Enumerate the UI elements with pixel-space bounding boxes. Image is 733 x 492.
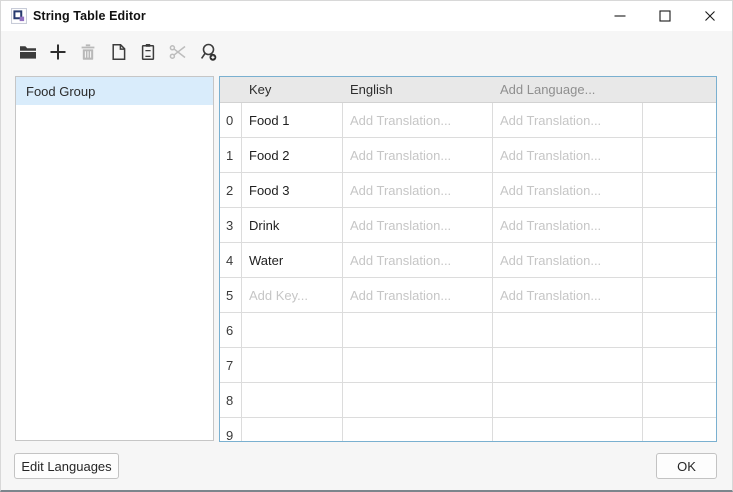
copy-icon xyxy=(108,42,128,65)
empty-cell xyxy=(643,243,716,278)
key-cell[interactable] xyxy=(242,348,343,383)
language-cell[interactable]: Add Translation... xyxy=(493,138,643,173)
empty-cell xyxy=(643,313,716,348)
magnifier-add-icon xyxy=(198,42,218,65)
english-cell[interactable]: Add Translation... xyxy=(343,243,493,278)
key-cell[interactable]: Water xyxy=(242,243,343,278)
close-button[interactable] xyxy=(687,1,732,31)
row-number[interactable]: 5 xyxy=(220,278,242,313)
copy-button[interactable] xyxy=(108,42,128,64)
empty-cell xyxy=(643,278,716,313)
language-cell[interactable]: Add Translation... xyxy=(493,208,643,243)
english-cell[interactable]: Add Translation... xyxy=(343,103,493,138)
minimize-icon xyxy=(614,10,626,22)
empty-cell xyxy=(643,383,716,418)
row-number[interactable]: 4 xyxy=(220,243,242,278)
language-cell[interactable] xyxy=(493,418,643,442)
header-english: English xyxy=(343,77,493,103)
language-cell[interactable] xyxy=(493,313,643,348)
header-key: Key xyxy=(242,77,343,103)
string-table-editor-window: String Table Editor xyxy=(0,0,733,492)
english-cell[interactable] xyxy=(343,383,493,418)
cut-button xyxy=(168,42,188,64)
language-cell[interactable] xyxy=(493,383,643,418)
app-logo-icon xyxy=(11,8,27,24)
empty-cell xyxy=(643,103,716,138)
key-cell[interactable]: Add Key... xyxy=(242,278,343,313)
english-cell[interactable] xyxy=(343,418,493,442)
english-cell[interactable] xyxy=(343,313,493,348)
row-number[interactable]: 0 xyxy=(220,103,242,138)
english-cell[interactable] xyxy=(343,348,493,383)
open-folder-icon xyxy=(18,42,38,65)
row-number[interactable]: 8 xyxy=(220,383,242,418)
key-cell[interactable]: Food 1 xyxy=(242,103,343,138)
empty-cell xyxy=(643,348,716,383)
find-add-button[interactable] xyxy=(198,42,218,64)
sidebar-item-food-group[interactable]: Food Group xyxy=(16,77,213,105)
paste-clipboard-icon xyxy=(138,42,158,65)
language-cell[interactable]: Add Translation... xyxy=(493,278,643,313)
toolbar xyxy=(18,42,218,64)
key-cell[interactable]: Drink xyxy=(242,208,343,243)
empty-cell xyxy=(643,418,716,442)
titlebar: String Table Editor xyxy=(1,1,732,31)
language-cell[interactable] xyxy=(493,348,643,383)
header-row-number xyxy=(220,77,242,103)
window-title: String Table Editor xyxy=(33,1,146,31)
header-extra xyxy=(643,77,716,103)
maximize-button[interactable] xyxy=(642,1,687,31)
key-cell[interactable] xyxy=(242,383,343,418)
minimize-button[interactable] xyxy=(597,1,642,31)
row-number[interactable]: 3 xyxy=(220,208,242,243)
ok-button[interactable]: OK xyxy=(656,453,717,479)
plus-icon xyxy=(48,42,68,65)
row-number[interactable]: 7 xyxy=(220,348,242,383)
english-cell[interactable]: Add Translation... xyxy=(343,278,493,313)
scissors-icon xyxy=(168,42,188,65)
row-number[interactable]: 6 xyxy=(220,313,242,348)
language-cell[interactable]: Add Translation... xyxy=(493,173,643,208)
empty-cell xyxy=(643,173,716,208)
language-cell[interactable]: Add Translation... xyxy=(493,243,643,278)
key-cell[interactable]: Food 2 xyxy=(242,138,343,173)
key-cell[interactable]: Food 3 xyxy=(242,173,343,208)
empty-cell xyxy=(643,138,716,173)
edit-languages-button[interactable]: Edit Languages xyxy=(14,453,119,479)
open-folder-button[interactable] xyxy=(18,42,38,64)
empty-cell xyxy=(643,208,716,243)
string-table-list: Food Group xyxy=(15,76,214,441)
string-table: Key English Add Language... 0 Food 1 Add… xyxy=(219,76,717,442)
english-cell[interactable]: Add Translation... xyxy=(343,208,493,243)
add-button[interactable] xyxy=(48,42,68,64)
close-icon xyxy=(704,10,716,22)
delete-button xyxy=(78,42,98,64)
english-cell[interactable]: Add Translation... xyxy=(343,138,493,173)
key-cell[interactable] xyxy=(242,418,343,442)
row-number[interactable]: 9 xyxy=(220,418,242,442)
row-number[interactable]: 1 xyxy=(220,138,242,173)
maximize-icon xyxy=(659,10,671,22)
header-add-language[interactable]: Add Language... xyxy=(493,77,643,103)
key-cell[interactable] xyxy=(242,313,343,348)
window-controls xyxy=(597,1,732,31)
trash-icon xyxy=(78,42,98,65)
paste-button[interactable] xyxy=(138,42,158,64)
language-cell[interactable]: Add Translation... xyxy=(493,103,643,138)
row-number[interactable]: 2 xyxy=(220,173,242,208)
english-cell[interactable]: Add Translation... xyxy=(343,173,493,208)
